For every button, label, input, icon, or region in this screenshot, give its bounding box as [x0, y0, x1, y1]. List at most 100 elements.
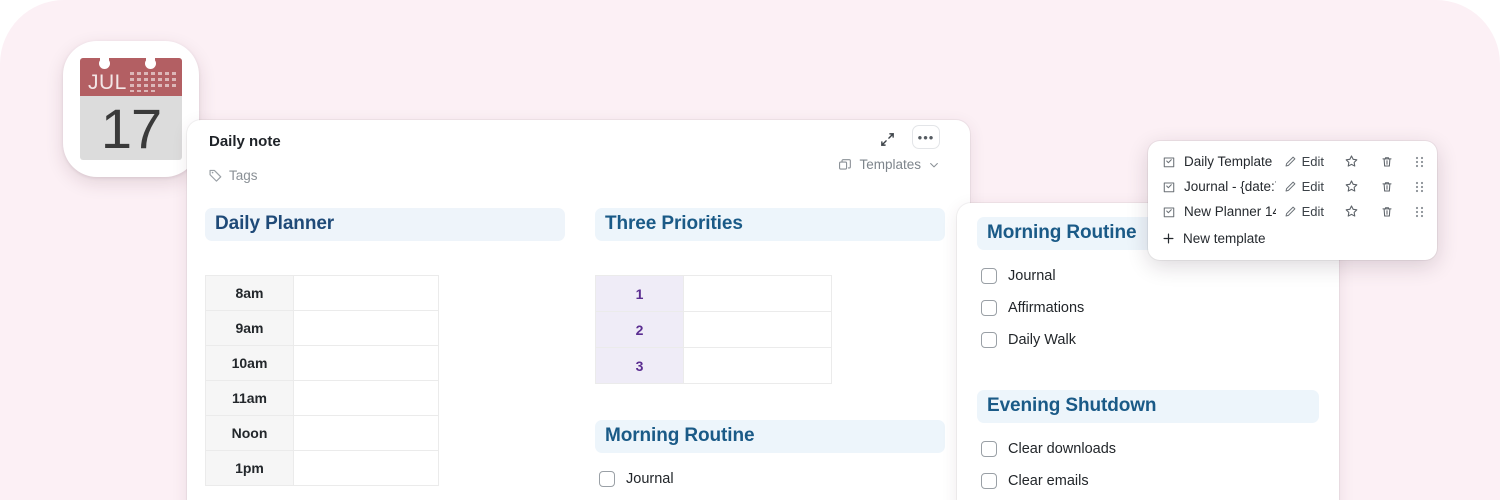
- three-priorities-heading: Three Priorities: [595, 208, 945, 241]
- pencil-icon: [1284, 180, 1297, 193]
- template-name: Journal - {date:Y…: [1184, 179, 1276, 194]
- priority-number: 2: [595, 311, 684, 348]
- checklist-item-label: Clear emails: [1008, 473, 1089, 489]
- planner-time-label: 1pm: [205, 450, 294, 486]
- calendar-ring-left: [99, 58, 110, 69]
- templates-list: Daily Template Edit Journal - {date:Y… Edit…: [1148, 149, 1437, 224]
- priority-entry-cell[interactable]: [683, 275, 832, 312]
- table-row: 10am: [205, 345, 439, 381]
- template-name: Daily Template: [1184, 154, 1273, 169]
- template-edit-button[interactable]: Edit: [1284, 204, 1324, 219]
- calendar-ring-right: [145, 58, 156, 69]
- template-name: New Planner 14.03: [1184, 204, 1276, 219]
- evening-shutdown-list: Clear downloads Clear emails: [977, 433, 1319, 497]
- three-priorities-rows: 123: [595, 275, 832, 384]
- calendar-day-number: 17: [100, 96, 162, 160]
- planner-time-label: 8am: [205, 275, 294, 311]
- more-options-button[interactable]: •••: [912, 125, 940, 149]
- evening-shutdown-item[interactable]: Clear downloads: [981, 433, 1319, 465]
- three-priorities-table: 123: [595, 275, 832, 384]
- planner-entry-cell[interactable]: [293, 345, 439, 381]
- checklist-item-label: Clear downloads: [1008, 441, 1117, 457]
- new-template-button[interactable]: New template: [1148, 226, 1437, 251]
- planner-time-label: 9am: [205, 310, 294, 346]
- morning-routine-item[interactable]: Affirmations: [981, 292, 1319, 324]
- daily-planner-section: Daily Planner 8am 9am 10am 11am Noon 1pm: [205, 208, 565, 486]
- template-edit-button[interactable]: Edit: [1284, 179, 1324, 194]
- trash-icon[interactable]: [1380, 180, 1394, 194]
- template-calendar-icon: [1162, 205, 1176, 219]
- planner-entry-cell[interactable]: [293, 275, 439, 311]
- checkbox-icon[interactable]: [981, 332, 997, 348]
- star-icon[interactable]: [1344, 204, 1359, 219]
- morning-routine-mid-list: Journal: [595, 463, 945, 495]
- drag-handle-icon[interactable]: [1414, 205, 1425, 219]
- calendar-month-label: JUL: [88, 71, 127, 94]
- planner-entry-cell[interactable]: [293, 380, 439, 416]
- screenshot-stage: JUL 17 Daily note Tags ••• Templates Dai…: [0, 0, 1500, 500]
- table-row: 1: [595, 275, 832, 312]
- trash-icon[interactable]: [1380, 205, 1394, 219]
- priority-entry-cell[interactable]: [683, 311, 832, 348]
- page-title: Daily note: [209, 133, 281, 150]
- template-row[interactable]: Daily Template Edit: [1148, 149, 1437, 174]
- calendar-icon-header: JUL: [80, 58, 182, 96]
- checkbox-icon[interactable]: [981, 300, 997, 316]
- template-row[interactable]: Journal - {date:Y… Edit: [1148, 174, 1437, 199]
- morning-routine-item[interactable]: Journal: [981, 260, 1319, 292]
- table-row: 2: [595, 311, 832, 348]
- trash-icon[interactable]: [1380, 155, 1394, 169]
- calendar-app-icon[interactable]: JUL 17: [63, 41, 199, 177]
- daily-planner-heading: Daily Planner: [205, 208, 565, 241]
- morning-routine-mid-heading: Morning Routine: [595, 420, 945, 453]
- table-row: 3: [595, 347, 832, 384]
- pencil-icon: [1284, 205, 1297, 218]
- template-edit-button[interactable]: Edit: [1284, 154, 1324, 169]
- checkbox-icon[interactable]: [981, 441, 997, 457]
- middle-column: Three Priorities 123 Morning Routine Jou…: [595, 208, 945, 495]
- checkbox-icon[interactable]: [981, 473, 997, 489]
- checklist-item-label: Journal: [1008, 268, 1056, 284]
- planner-entry-cell[interactable]: [293, 310, 439, 346]
- priority-number: 1: [595, 275, 684, 312]
- checkbox-icon[interactable]: [981, 268, 997, 284]
- calendar-icon-face: JUL 17: [80, 58, 182, 160]
- checklist-item-label: Affirmations: [1008, 300, 1085, 316]
- morning-routine-mid-item[interactable]: Journal: [599, 463, 945, 495]
- daily-note-card: Daily note Tags ••• Templates Daily Plan…: [187, 120, 970, 500]
- evening-shutdown-heading: Evening Shutdown: [977, 390, 1319, 423]
- pencil-icon: [1284, 155, 1297, 168]
- templates-button[interactable]: Templates: [838, 157, 940, 172]
- drag-handle-icon[interactable]: [1414, 155, 1425, 169]
- priority-entry-cell[interactable]: [683, 347, 832, 384]
- planner-time-label: 11am: [205, 380, 294, 416]
- morning-routine-item[interactable]: Daily Walk: [981, 324, 1319, 356]
- planner-time-label: Noon: [205, 415, 294, 451]
- templates-label: Templates: [859, 157, 921, 172]
- planner-time-label: 10am: [205, 345, 294, 381]
- morning-routine-list: Journal Affirmations Daily Walk: [977, 260, 1319, 356]
- evening-shutdown-item[interactable]: Clear emails: [981, 465, 1319, 497]
- template-row[interactable]: New Planner 14.03 Edit: [1148, 199, 1437, 224]
- priority-number: 3: [595, 347, 684, 384]
- chevron-down-icon: [928, 159, 940, 171]
- templates-dropdown-menu: Daily Template Edit Journal - {date:Y… Edit…: [1148, 141, 1437, 260]
- drag-handle-icon[interactable]: [1414, 180, 1425, 194]
- template-edit-label: Edit: [1301, 154, 1324, 169]
- daily-planner-rows: 8am 9am 10am 11am Noon 1pm: [205, 275, 439, 486]
- planner-entry-cell[interactable]: [293, 415, 439, 451]
- checklist-item-label: Journal: [626, 471, 674, 487]
- star-icon[interactable]: [1344, 154, 1359, 169]
- tag-icon: [208, 168, 223, 183]
- calendar-grid-dots-icon: [130, 72, 176, 92]
- checklist-item-label: Daily Walk: [1008, 332, 1076, 348]
- star-icon[interactable]: [1344, 179, 1359, 194]
- expand-arrows-icon[interactable]: [876, 128, 898, 150]
- template-calendar-icon: [1162, 155, 1176, 169]
- checkbox-icon[interactable]: [599, 471, 615, 487]
- table-row: 11am: [205, 380, 439, 416]
- planner-entry-cell[interactable]: [293, 450, 439, 486]
- tags-field[interactable]: Tags: [208, 168, 258, 183]
- template-edit-label: Edit: [1301, 179, 1324, 194]
- copy-icon: [838, 158, 852, 172]
